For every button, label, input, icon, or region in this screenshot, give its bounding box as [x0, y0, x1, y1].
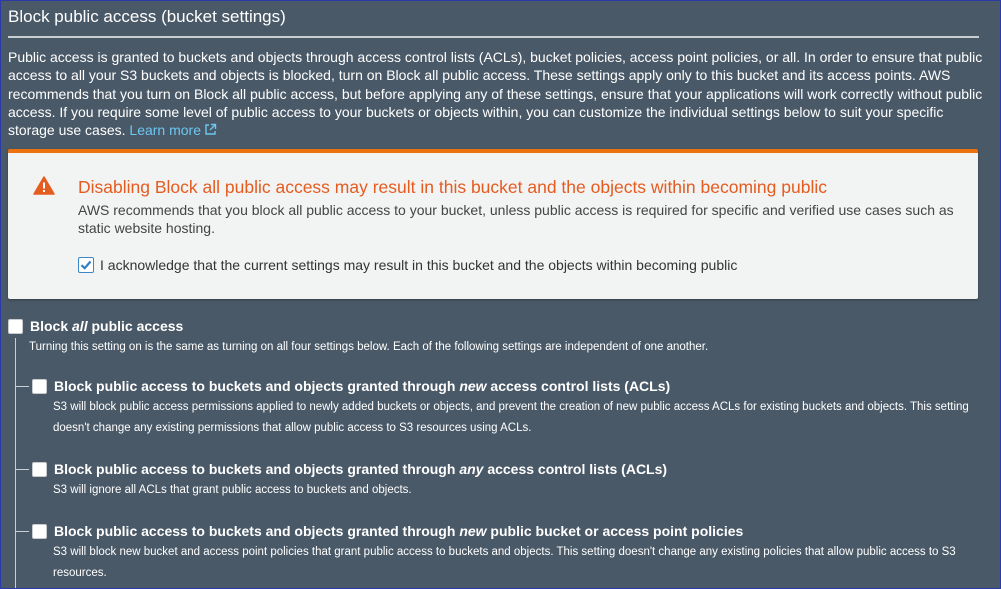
- block-all-description: Turning this setting on is the same as t…: [29, 341, 709, 353]
- block-new-policies-row[interactable]: Block public access to buckets and objec…: [32, 523, 743, 539]
- acknowledge-row[interactable]: I acknowledge that the current settings …: [78, 257, 737, 273]
- block-any-acls-description: S3 will ignore all ACLs that grant publi…: [53, 484, 412, 496]
- public-access-warning: Disabling Block all public access may re…: [8, 149, 978, 299]
- section-description: Public access is granted to buckets and …: [8, 48, 983, 140]
- settings-tree-line: [15, 338, 16, 588]
- external-link-icon: [204, 122, 217, 140]
- block-new-policies-checkbox[interactable]: [32, 523, 47, 539]
- title-divider: [8, 36, 979, 38]
- block-new-acls-label: Block public access to buckets and objec…: [54, 378, 671, 394]
- warning-body: AWS recommends that you block all public…: [78, 202, 954, 237]
- acknowledge-label: I acknowledge that the current settings …: [100, 257, 738, 273]
- section-title: Block public access (bucket settings): [8, 7, 286, 26]
- warning-triangle-icon: [33, 176, 55, 195]
- block-all-public-access-checkbox[interactable]: [8, 318, 23, 334]
- learn-more-label: Learn more: [129, 122, 201, 139]
- block-any-acls-checkbox[interactable]: [32, 461, 47, 477]
- learn-more-link[interactable]: Learn more: [129, 122, 217, 138]
- block-new-acls-row[interactable]: Block public access to buckets and objec…: [32, 378, 670, 394]
- tree-branch: [15, 386, 29, 387]
- block-any-acls-row[interactable]: Block public access to buckets and objec…: [32, 461, 667, 477]
- block-all-label: Block all public access: [30, 318, 184, 334]
- tree-branch: [15, 531, 29, 532]
- block-all-public-access-row[interactable]: Block all public access: [8, 318, 183, 334]
- block-new-acls-checkbox[interactable]: [32, 378, 47, 394]
- bucket-settings-panel: Block public access (bucket settings) Pu…: [0, 0, 1001, 589]
- tree-branch: [15, 469, 29, 470]
- acknowledge-checkbox[interactable]: [78, 257, 94, 273]
- block-new-acls-description: S3 will block public access permissions …: [53, 401, 969, 434]
- block-new-policies-label: Block public access to buckets and objec…: [54, 523, 744, 539]
- warning-title: Disabling Block all public access may re…: [78, 177, 827, 197]
- checkmark-icon: [80, 260, 92, 270]
- block-new-policies-description: S3 will block new bucket and access poin…: [53, 546, 956, 579]
- block-any-acls-label: Block public access to buckets and objec…: [54, 461, 668, 477]
